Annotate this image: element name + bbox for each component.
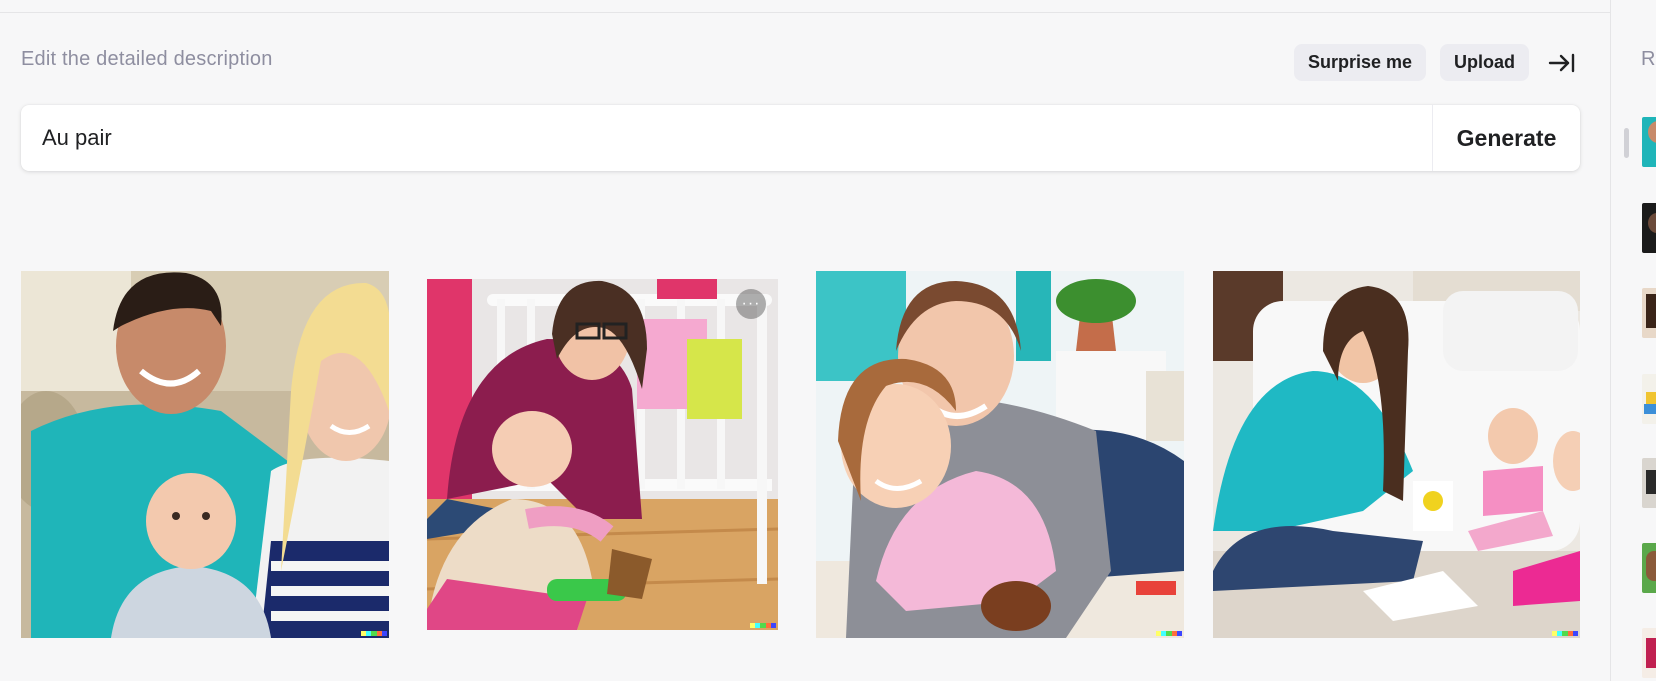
top-divider bbox=[0, 12, 1610, 13]
more-options-icon[interactable]: ··· bbox=[736, 289, 766, 319]
gallery-image-2[interactable]: ··· bbox=[427, 279, 778, 630]
generate-button[interactable]: Generate bbox=[1432, 105, 1580, 171]
history-thumbnail[interactable] bbox=[1642, 628, 1656, 678]
signature-strip bbox=[361, 631, 388, 636]
history-thumbnail[interactable] bbox=[1642, 203, 1656, 253]
prompt-bar: Generate bbox=[21, 105, 1580, 171]
collapse-sidebar-button[interactable] bbox=[1546, 48, 1578, 78]
gallery-image-3[interactable] bbox=[816, 271, 1184, 638]
signature-strip bbox=[1552, 631, 1579, 636]
history-thumbnail[interactable] bbox=[1642, 288, 1656, 338]
image-4-photo bbox=[1213, 271, 1580, 638]
signature-strip bbox=[1156, 631, 1183, 636]
surprise-me-button[interactable]: Surprise me bbox=[1294, 44, 1426, 81]
editor-main: Edit the detailed description Surprise m… bbox=[0, 0, 1610, 681]
gallery-image-4[interactable] bbox=[1213, 271, 1580, 638]
sidebar-title: R bbox=[1641, 48, 1656, 70]
prompt-input[interactable] bbox=[21, 105, 1432, 171]
history-thumbnail[interactable] bbox=[1642, 543, 1656, 593]
history-thumbnail[interactable] bbox=[1642, 458, 1656, 508]
upload-button[interactable]: Upload bbox=[1440, 44, 1529, 81]
history-thumbnail[interactable] bbox=[1642, 117, 1656, 167]
image-3-photo bbox=[816, 271, 1184, 638]
image-2-photo bbox=[427, 279, 778, 630]
history-sidebar: R bbox=[1610, 0, 1656, 681]
history-thumbnail[interactable] bbox=[1642, 374, 1656, 424]
signature-strip bbox=[750, 623, 777, 628]
image-1-photo bbox=[21, 271, 389, 638]
arrow-to-right-icon bbox=[1548, 53, 1575, 73]
sidebar-scrollbar[interactable] bbox=[1624, 128, 1629, 158]
editor-heading: Edit the detailed description bbox=[21, 48, 273, 70]
gallery-image-1[interactable] bbox=[21, 271, 389, 638]
